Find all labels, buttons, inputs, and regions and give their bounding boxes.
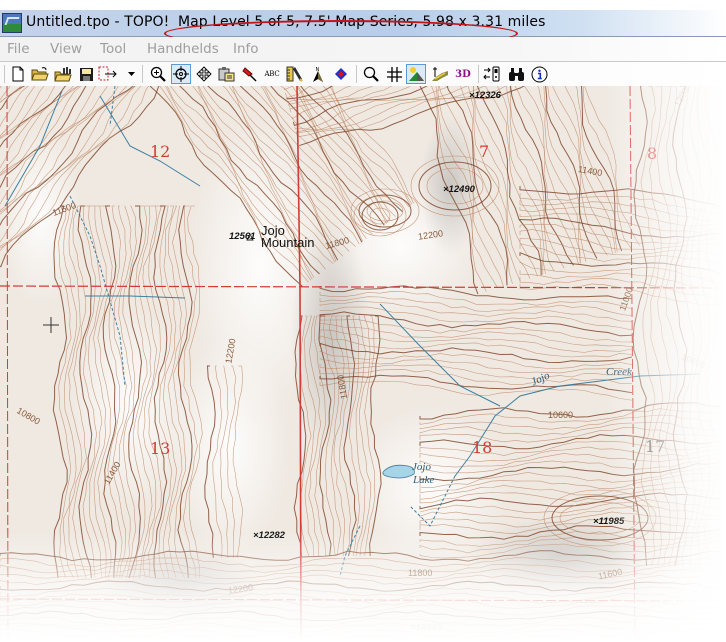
toolbar-grip xyxy=(4,65,5,83)
section-number: 12 xyxy=(150,142,171,161)
open-recent-button[interactable] xyxy=(53,64,73,84)
open-file-button[interactable] xyxy=(30,64,50,84)
document-title: Untitled.tpo - TOPO! xyxy=(26,14,170,30)
save-file-button[interactable] xyxy=(76,64,96,84)
clipboard-icon xyxy=(218,67,234,82)
search-button[interactable] xyxy=(361,64,381,84)
menu-file[interactable]: File xyxy=(7,41,30,57)
waypoint-tool-button[interactable] xyxy=(331,64,351,84)
grid-icon xyxy=(386,66,402,82)
zoom-in-tool-button[interactable] xyxy=(148,64,168,84)
pushpin-icon xyxy=(241,67,257,82)
toolbar-separator xyxy=(356,65,357,83)
topo-map-view[interactable]: 12 7 8 13 18 17 12561 Jojo Mountain ×123… xyxy=(0,86,726,642)
toolbar-separator xyxy=(142,65,143,83)
find-button[interactable] xyxy=(506,64,526,84)
svg-text:N: N xyxy=(316,67,320,73)
profile-tool-button[interactable] xyxy=(430,64,450,84)
contour-label: 10600 xyxy=(548,410,574,420)
peak-name: Jojo Mountain xyxy=(261,224,315,250)
ruler-tool-button[interactable] xyxy=(285,64,305,84)
zoom-in-icon xyxy=(150,66,166,82)
title-bar: Untitled.tpo - TOPO! Map Level 5 of 5, 7… xyxy=(0,10,726,47)
text-abc-icon: ABC xyxy=(264,70,280,78)
section-number: 7 xyxy=(479,142,490,161)
menu-info[interactable]: Info xyxy=(233,41,259,57)
north-arrow-icon: N xyxy=(313,67,323,82)
toolbar: ABC N 3D xyxy=(0,62,726,86)
open-folder-icon xyxy=(31,67,49,81)
export-selection-icon xyxy=(98,66,117,81)
shaded-relief-icon xyxy=(408,67,424,81)
peak-name-line: Mountain xyxy=(261,235,315,250)
export-dropdown-button[interactable] xyxy=(124,64,138,84)
spot-elevation: ×12326 xyxy=(469,90,501,101)
section-number: 13 xyxy=(150,439,171,458)
lake-label: Lake xyxy=(413,474,435,486)
text-tool-button[interactable]: ABC xyxy=(262,64,282,84)
new-file-button[interactable] xyxy=(8,64,28,84)
diamond-waypoint-icon xyxy=(335,68,347,80)
north-arrow-button[interactable]: N xyxy=(308,64,328,84)
elevation-profile-icon xyxy=(432,67,448,81)
move-arrows-icon xyxy=(196,66,212,82)
view-3d-button[interactable]: 3D xyxy=(453,64,473,84)
center-tool-button[interactable] xyxy=(171,64,191,84)
peak-elevation: 12561 xyxy=(229,231,256,242)
terrain-layer xyxy=(0,86,726,642)
export-button[interactable] xyxy=(98,64,118,84)
grid-button[interactable] xyxy=(384,64,404,84)
spot-elevation: ×12282 xyxy=(253,530,285,541)
menu-bar: File View Tool Handhelds Info xyxy=(0,37,726,62)
toolbar-separator xyxy=(478,65,479,83)
shaded-relief-button[interactable] xyxy=(406,64,426,84)
gps-transfer-icon xyxy=(483,66,500,82)
spot-elevation: ×12490 xyxy=(443,184,475,195)
magnifier-icon xyxy=(363,66,379,82)
menu-tool[interactable]: Tool xyxy=(100,41,126,57)
spot-elevation: ×11985 xyxy=(593,516,625,527)
ruler-pencil-icon xyxy=(286,66,303,82)
crosshair-icon xyxy=(173,66,189,82)
pan-tool-button[interactable] xyxy=(194,64,214,84)
pushpin-tool-button[interactable] xyxy=(239,64,259,84)
new-document-icon xyxy=(12,66,24,82)
lake-label: Jojo xyxy=(412,461,431,473)
dropdown-arrow-icon xyxy=(127,72,135,76)
floppy-disk-icon xyxy=(79,67,93,81)
paste-button[interactable] xyxy=(216,64,236,84)
menu-view[interactable]: View xyxy=(50,41,82,57)
section-number: 17 xyxy=(645,437,666,456)
spot-elevation: ×12345 xyxy=(410,622,442,633)
menu-handhelds[interactable]: Handhelds xyxy=(147,41,219,57)
section-number: 8 xyxy=(647,144,658,163)
open-folder-multiple-icon xyxy=(54,67,72,82)
gps-transfer-button[interactable] xyxy=(482,64,502,84)
info-icon xyxy=(531,66,547,82)
creek-label: Creek xyxy=(606,366,632,378)
binoculars-icon xyxy=(508,67,524,81)
3d-view-icon: 3D xyxy=(455,68,471,80)
info-button[interactable] xyxy=(529,64,549,84)
topo-app-icon xyxy=(2,13,22,33)
section-number: 18 xyxy=(472,438,493,457)
contour-label: 11800 xyxy=(408,568,433,578)
